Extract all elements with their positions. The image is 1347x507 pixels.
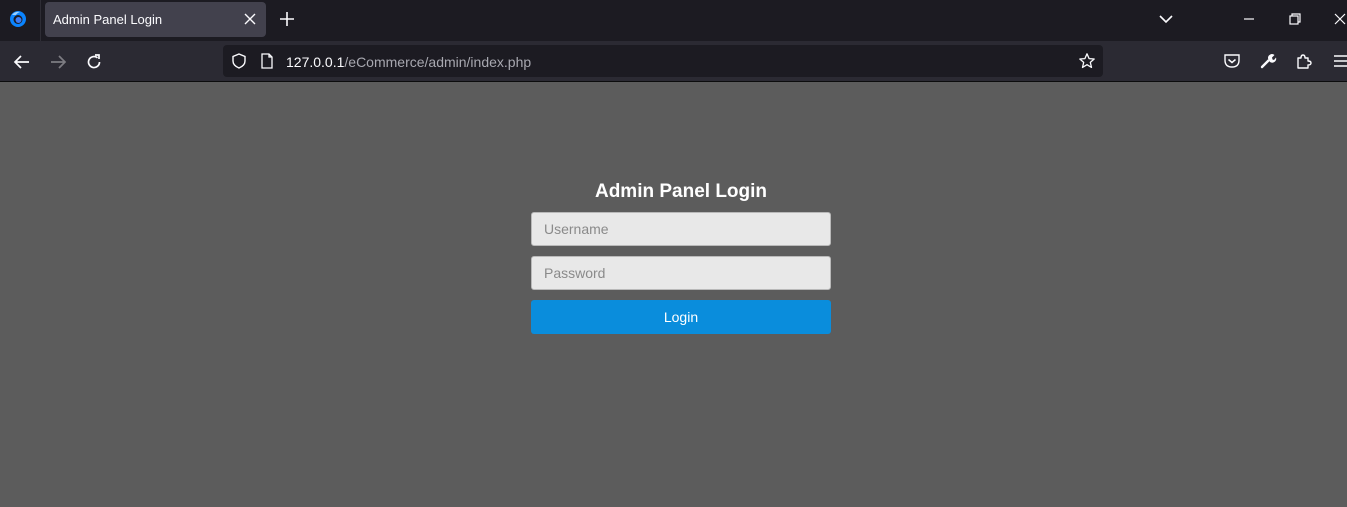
tab-strip-separator [40,0,41,41]
login-heading: Admin Panel Login [594,181,768,202]
browser-nav-bar: 127.0.0.1/eCommerce/admin/index.php [0,41,1347,82]
username-input[interactable] [531,212,831,246]
list-all-tabs-chevron-icon[interactable] [1158,13,1174,25]
address-bar[interactable]: 127.0.0.1/eCommerce/admin/index.php [223,45,1103,77]
page-info-icon[interactable] [260,53,274,69]
login-form: Admin Panel Login Login [531,180,831,334]
bookmark-star-icon[interactable] [1078,52,1096,70]
close-window-icon[interactable] [1333,12,1347,26]
url-path: /eCommerce/admin/index.php [344,54,532,70]
minimize-window-icon[interactable] [1242,12,1256,26]
url-host: 127.0.0.1 [286,54,345,70]
back-arrow-icon[interactable] [13,53,31,71]
login-button[interactable]: Login [531,300,831,334]
firefox-logo-icon[interactable] [9,10,27,28]
browser-tab-strip: Admin Panel Login [0,0,1347,41]
wrench-icon[interactable] [1259,52,1277,70]
tab-title: Admin Panel Login [53,12,163,27]
restore-window-icon[interactable] [1288,12,1302,26]
url-text[interactable]: 127.0.0.1/eCommerce/admin/index.php [286,54,531,70]
pocket-icon[interactable] [1223,52,1241,70]
tracking-protection-shield-icon[interactable] [231,53,247,69]
new-tab-plus-icon[interactable] [279,11,295,27]
forward-arrow-icon[interactable] [49,53,67,71]
tab-admin-panel-login[interactable]: Admin Panel Login [45,2,266,37]
reload-icon[interactable] [85,53,103,71]
password-input[interactable] [531,256,831,290]
hamburger-menu-icon[interactable] [1332,52,1347,70]
extensions-puzzle-icon[interactable] [1295,52,1313,70]
close-tab-icon[interactable] [244,13,256,25]
